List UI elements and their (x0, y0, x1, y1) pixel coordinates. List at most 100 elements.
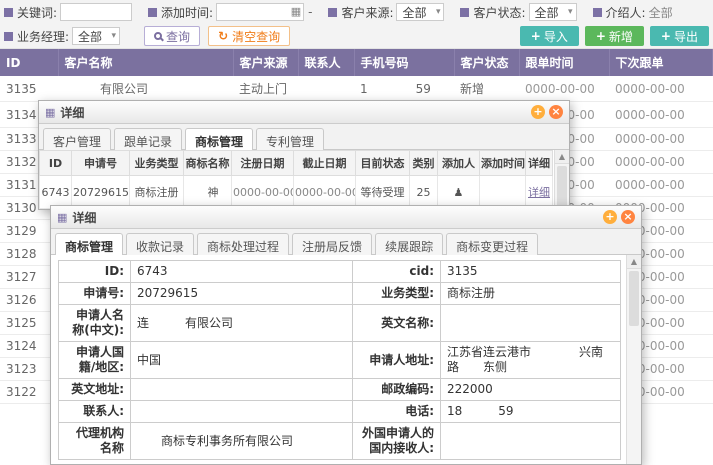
table-row[interactable]: 674320729615商标注册 神0000-00-000000-00-00等待… (40, 176, 553, 209)
plus-icon: + (531, 29, 541, 43)
tab-1[interactable]: 跟单记录 (114, 128, 182, 150)
column-header[interactable]: 客户来源 (233, 49, 298, 76)
tab-3[interactable]: 专利管理 (256, 128, 324, 150)
scrollbar[interactable]: ▲ (554, 150, 569, 209)
close-icon[interactable]: × (621, 210, 635, 224)
table-row[interactable]: 代理机构名称 商标专利事务所有限公司外国申请人的国内接收人: (59, 423, 621, 460)
tab-0[interactable]: 客户管理 (43, 128, 111, 150)
column-header[interactable]: 业务类型 (130, 151, 184, 176)
introducer-value[interactable]: 全部 (649, 4, 673, 21)
column-header[interactable]: 客户状态 (454, 49, 519, 76)
close-icon[interactable]: × (549, 105, 563, 119)
manager-label: 业务经理: (17, 28, 69, 45)
scrollbar-thumb[interactable] (629, 271, 639, 326)
dialog-header[interactable]: ▦ 详细 + × (39, 101, 569, 124)
tab-4[interactable]: 续展跟踪 (375, 233, 443, 255)
maximize-icon[interactable]: + (603, 210, 617, 224)
cell: 1 59 (354, 76, 454, 102)
tab-5[interactable]: 商标变更过程 (446, 233, 538, 255)
table-row[interactable]: ID:6743cid:3135 (59, 261, 621, 283)
column-header[interactable]: 添加时间 (480, 151, 526, 176)
column-header[interactable]: 注册日期 (232, 151, 294, 176)
column-header[interactable]: 目前状态 (356, 151, 410, 176)
status-select[interactable]: 全部 ▾ (529, 3, 577, 21)
cell: 20729615 (131, 283, 353, 305)
bullet-icon (4, 8, 13, 17)
cell: 连 有限公司 (131, 305, 353, 342)
tab-1[interactable]: 收款记录 (126, 233, 194, 255)
chevron-down-icon: ▾ (436, 7, 441, 17)
filter-customer-status: 客户状态: 全部 ▾ (460, 3, 576, 21)
column-header[interactable]: 详细 (526, 151, 553, 176)
query-button-label: 查询 (166, 28, 190, 45)
cell: 神 (184, 176, 232, 209)
plus-icon: + (596, 29, 606, 43)
scroll-up-icon[interactable]: ▲ (555, 150, 569, 164)
trademark-detail-form: ID:6743cid:3135申请号:20729615业务类型:商标注册申请人名… (58, 260, 621, 460)
cell: 3135 (441, 261, 621, 283)
column-header[interactable]: 截止日期 (294, 151, 356, 176)
trademark-detail-form-body: ID:6743cid:3135申请号:20729615业务类型:商标注册申请人名… (59, 261, 621, 460)
cell: 联系人: (59, 401, 131, 423)
filter-customer-source: 客户来源: 全部 ▾ (328, 3, 444, 21)
refresh-icon: ↻ (218, 29, 228, 43)
maximize-icon[interactable]: + (531, 105, 545, 119)
cell (441, 305, 621, 342)
clear-query-button[interactable]: ↻ 清空查询 (208, 26, 290, 46)
cell: 18 59 (441, 401, 621, 423)
add-button[interactable]: + 新增 (585, 26, 644, 46)
table-row[interactable]: 申请人国籍/地区:中国申请人地址:江苏省连云港市 兴南路 东侧 (59, 342, 621, 379)
scrollbar-thumb[interactable] (557, 166, 567, 210)
cell: 等待受理 (356, 176, 410, 209)
column-header[interactable]: 手机号码 (354, 49, 454, 76)
table-row[interactable]: 3135 有限公司主动上门1 59新增0000-00-000000-00-00 (0, 76, 713, 102)
tab-0[interactable]: 商标管理 (55, 233, 123, 255)
tab-2[interactable]: 商标处理过程 (197, 233, 289, 255)
scroll-up-icon[interactable]: ▲ (627, 255, 641, 269)
column-header[interactable]: ID (0, 49, 58, 76)
table-row[interactable]: 联系人: 电话:18 59 (59, 401, 621, 423)
manager-select[interactable]: 全部 ▾ (72, 27, 120, 45)
column-header[interactable]: 商标名称 (184, 151, 232, 176)
bullet-icon (148, 8, 157, 17)
query-button[interactable]: 查询 (144, 26, 200, 46)
cell: 0000-00-00 (232, 176, 294, 209)
bullet-icon (4, 32, 13, 41)
cell: 商标专利事务所有限公司 (131, 423, 353, 460)
manager-selected-value: 全部 (78, 28, 102, 45)
cell: 0000-00-00 (609, 174, 713, 197)
cell: 商标注册 (130, 176, 184, 209)
export-button-label: 导出 (674, 28, 698, 45)
table-row[interactable]: 英文地址:邮政编码:222000 (59, 379, 621, 401)
cell: 商标注册 (441, 283, 621, 305)
table-row[interactable]: 申请人名称(中文):连 有限公司英文名称: (59, 305, 621, 342)
dialog-header[interactable]: ▦ 详细 + × (51, 206, 641, 229)
column-header[interactable]: 添加人 (438, 151, 480, 176)
column-header[interactable]: 跟单时间 (519, 49, 609, 76)
column-header[interactable]: 联系人 (298, 49, 354, 76)
column-header[interactable]: 下次跟单 (609, 49, 713, 76)
table-row[interactable]: 申请号:20729615业务类型:商标注册 (59, 283, 621, 305)
column-header[interactable]: 客户名称 (58, 49, 233, 76)
status-selected-value: 全部 (535, 4, 559, 21)
column-header[interactable]: 类别 (410, 151, 438, 176)
detail-link[interactable]: 详细 (526, 176, 553, 209)
tab-2[interactable]: 商标管理 (185, 128, 253, 150)
cell: 6743 (131, 261, 353, 283)
source-label: 客户来源: (341, 4, 393, 21)
column-header[interactable]: 申请号 (72, 151, 130, 176)
import-button[interactable]: + 导入 (520, 26, 579, 46)
filter-added-time: 添加时间: ▦ - (148, 3, 312, 21)
cell: 新增 (454, 76, 519, 102)
status-label: 客户状态: (473, 4, 525, 21)
source-select[interactable]: 全部 ▾ (396, 3, 444, 21)
cell: 业务类型: (353, 283, 441, 305)
column-header[interactable]: ID (40, 151, 72, 176)
scrollbar[interactable]: ▲ (626, 255, 641, 464)
export-button[interactable]: + 导出 (650, 26, 709, 46)
cell: 申请人地址: (353, 342, 441, 379)
dialog-title: 详细 (60, 104, 84, 121)
keyword-input[interactable] (60, 3, 132, 21)
calendar-icon[interactable]: ▦ (291, 5, 301, 18)
tab-3[interactable]: 注册局反馈 (292, 233, 372, 255)
